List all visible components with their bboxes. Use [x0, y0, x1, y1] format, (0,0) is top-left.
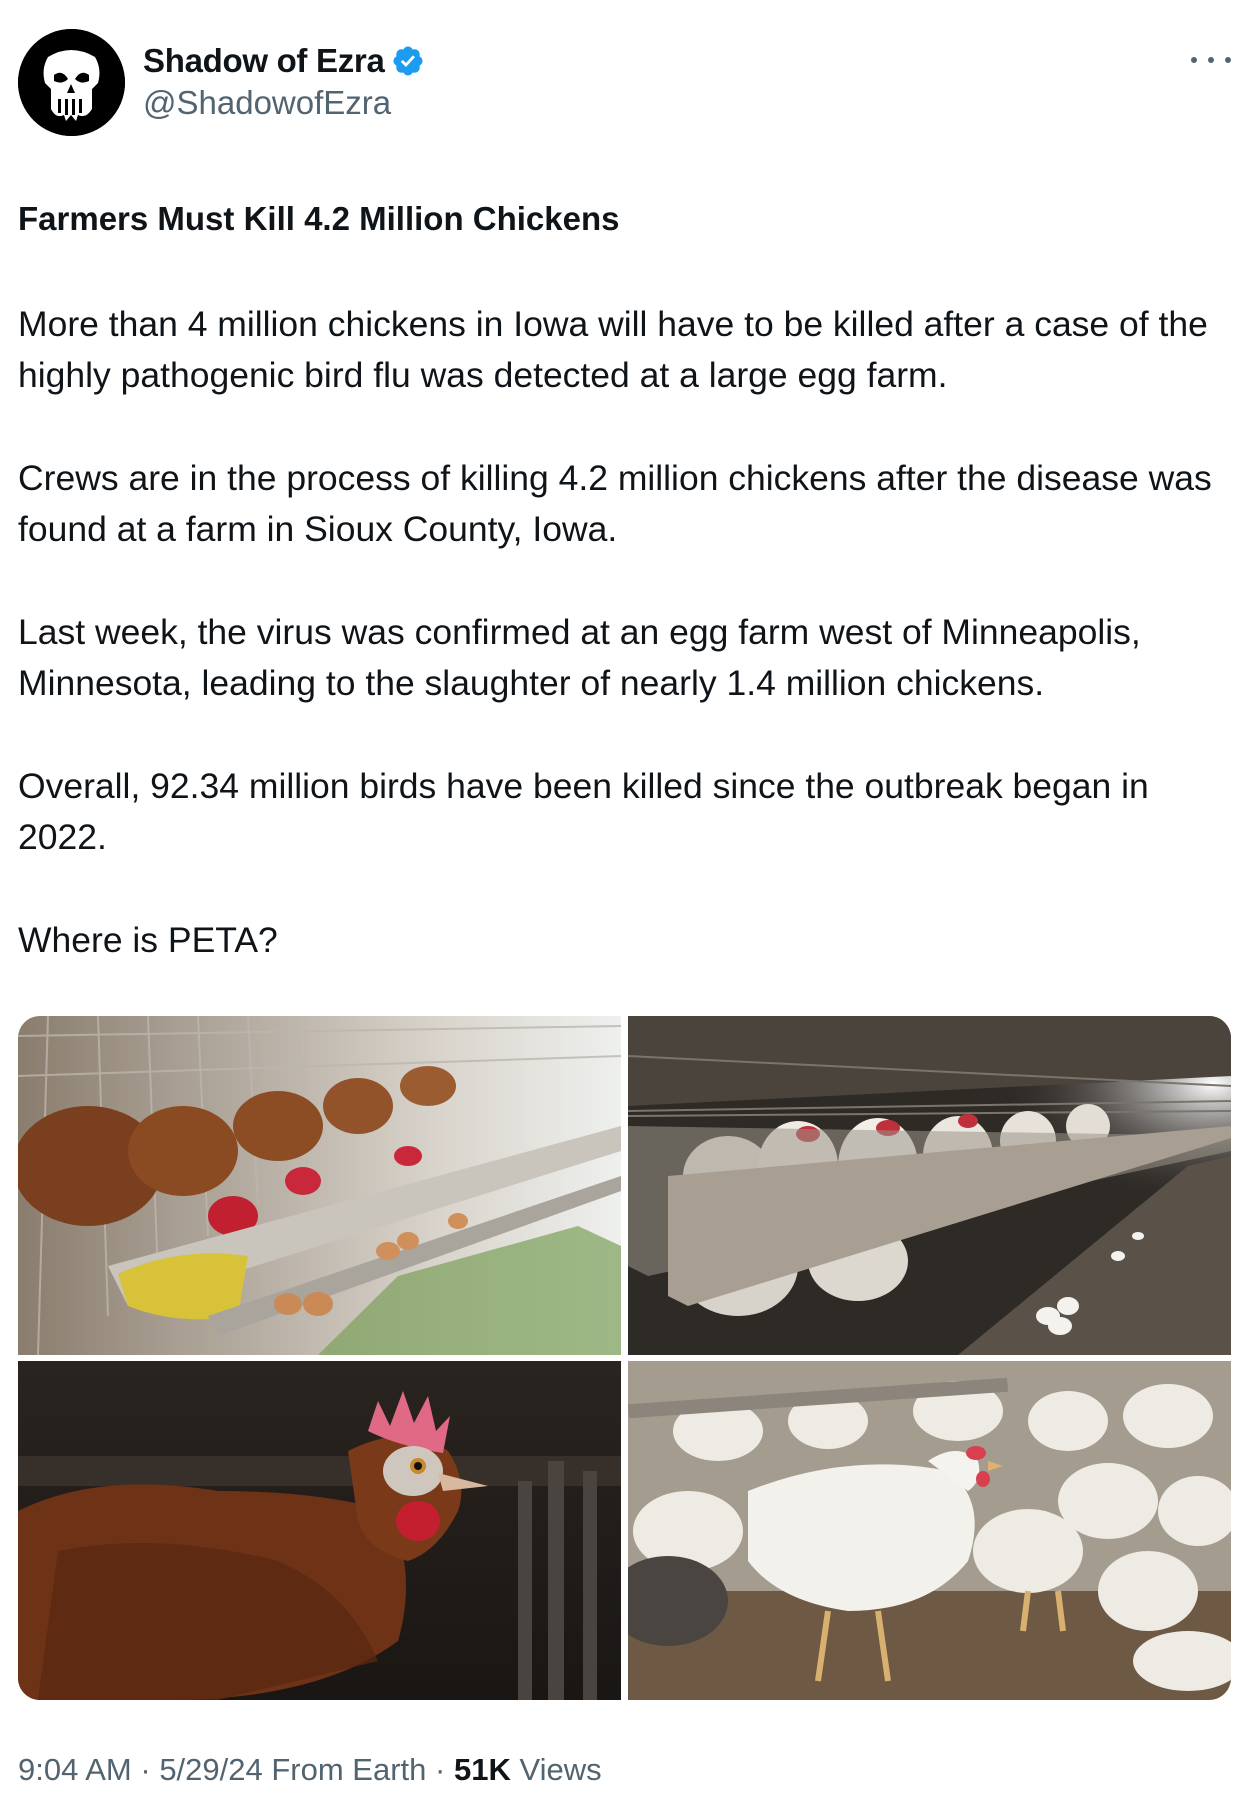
post-paragraph: Overall, 92.34 million birds have been k…: [18, 766, 1149, 857]
avatar[interactable]: [18, 29, 125, 136]
author-block: Shadow of Ezra @ShadowofEzra: [143, 40, 425, 122]
verified-badge-icon: [391, 44, 425, 78]
post-headline: Farmers Must Kill 4.2 Million Chickens: [18, 200, 620, 237]
brown-hens-in-cages-photo[interactable]: [18, 1016, 621, 1355]
post-meta: 9:04 AM · 5/29/24 From Earth · 51K Views: [18, 1752, 602, 1788]
post-paragraph: More than 4 million chickens in Iowa wil…: [18, 304, 1208, 395]
meta-separator: ·: [131, 1752, 160, 1787]
more-options-icon[interactable]: [1191, 50, 1231, 70]
post-time[interactable]: 9:04 AM: [18, 1752, 132, 1787]
handle[interactable]: @ShadowofEzra: [143, 84, 425, 122]
post-paragraph: Last week, the virus was confirmed at an…: [18, 612, 1141, 703]
white-chickens-on-floor-photo[interactable]: [628, 1361, 1231, 1700]
post-paragraph: Crews are in the process of killing 4.2 …: [18, 458, 1212, 549]
brown-hen-closeup-photo[interactable]: [18, 1361, 621, 1700]
punisher-skull-icon: [18, 29, 125, 136]
media-grid: [18, 1016, 1231, 1700]
post: Shadow of Ezra @ShadowofEzra Farmers Mus…: [18, 0, 1231, 1801]
white-hens-in-cage-rows-photo[interactable]: [628, 1016, 1231, 1355]
post-paragraph: Where is PETA?: [18, 920, 278, 960]
display-name[interactable]: Shadow of Ezra: [143, 42, 385, 80]
post-date[interactable]: 5/29/24: [159, 1752, 262, 1787]
views-count[interactable]: 51K: [454, 1752, 511, 1787]
meta-separator: ·: [426, 1752, 454, 1787]
post-source: From Earth: [262, 1752, 427, 1787]
views-label: Views: [510, 1752, 602, 1787]
